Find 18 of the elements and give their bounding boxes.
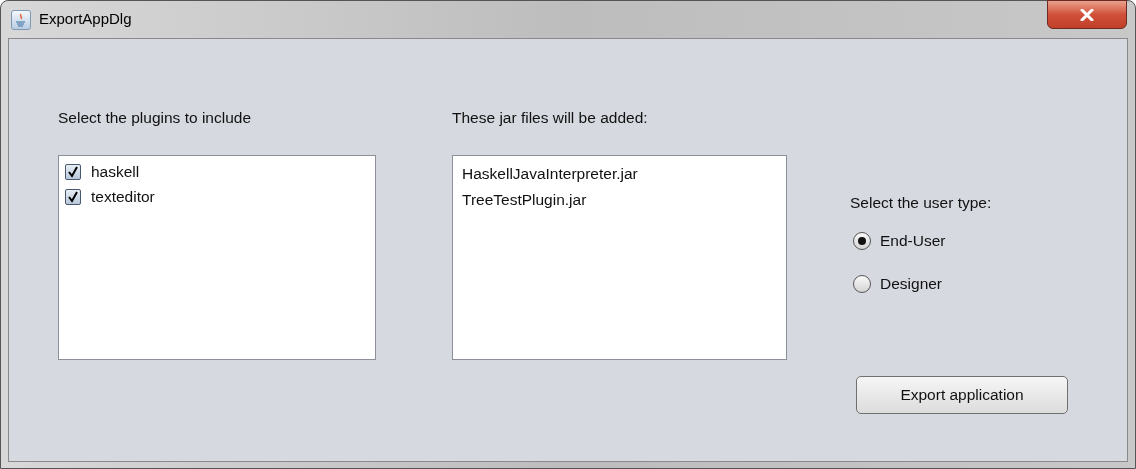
plugin-label: texteditor <box>91 187 155 208</box>
radio-button[interactable] <box>853 275 871 293</box>
radio-label: End-User <box>880 231 946 252</box>
export-application-button[interactable]: Export application <box>856 376 1068 414</box>
radio-label: Designer <box>880 274 943 295</box>
jar-file-item[interactable]: HaskellJavaInterpreter.jar <box>462 164 638 184</box>
close-icon <box>1080 8 1094 21</box>
close-button[interactable] <box>1047 0 1127 29</box>
window-title: ExportAppDlg <box>39 9 132 30</box>
plugin-label: haskell <box>91 162 140 183</box>
jar-files-label: These jar files will be added: <box>452 108 649 128</box>
checkbox[interactable] <box>65 164 81 180</box>
checkbox[interactable] <box>65 189 81 205</box>
radio-button[interactable] <box>853 232 871 250</box>
user-type-label: Select the user type: <box>850 193 993 213</box>
plugins-label: Select the plugins to include <box>58 108 253 128</box>
app-icon <box>11 9 31 30</box>
jar-file-item[interactable]: TreeTestPlugin.jar <box>462 190 587 210</box>
